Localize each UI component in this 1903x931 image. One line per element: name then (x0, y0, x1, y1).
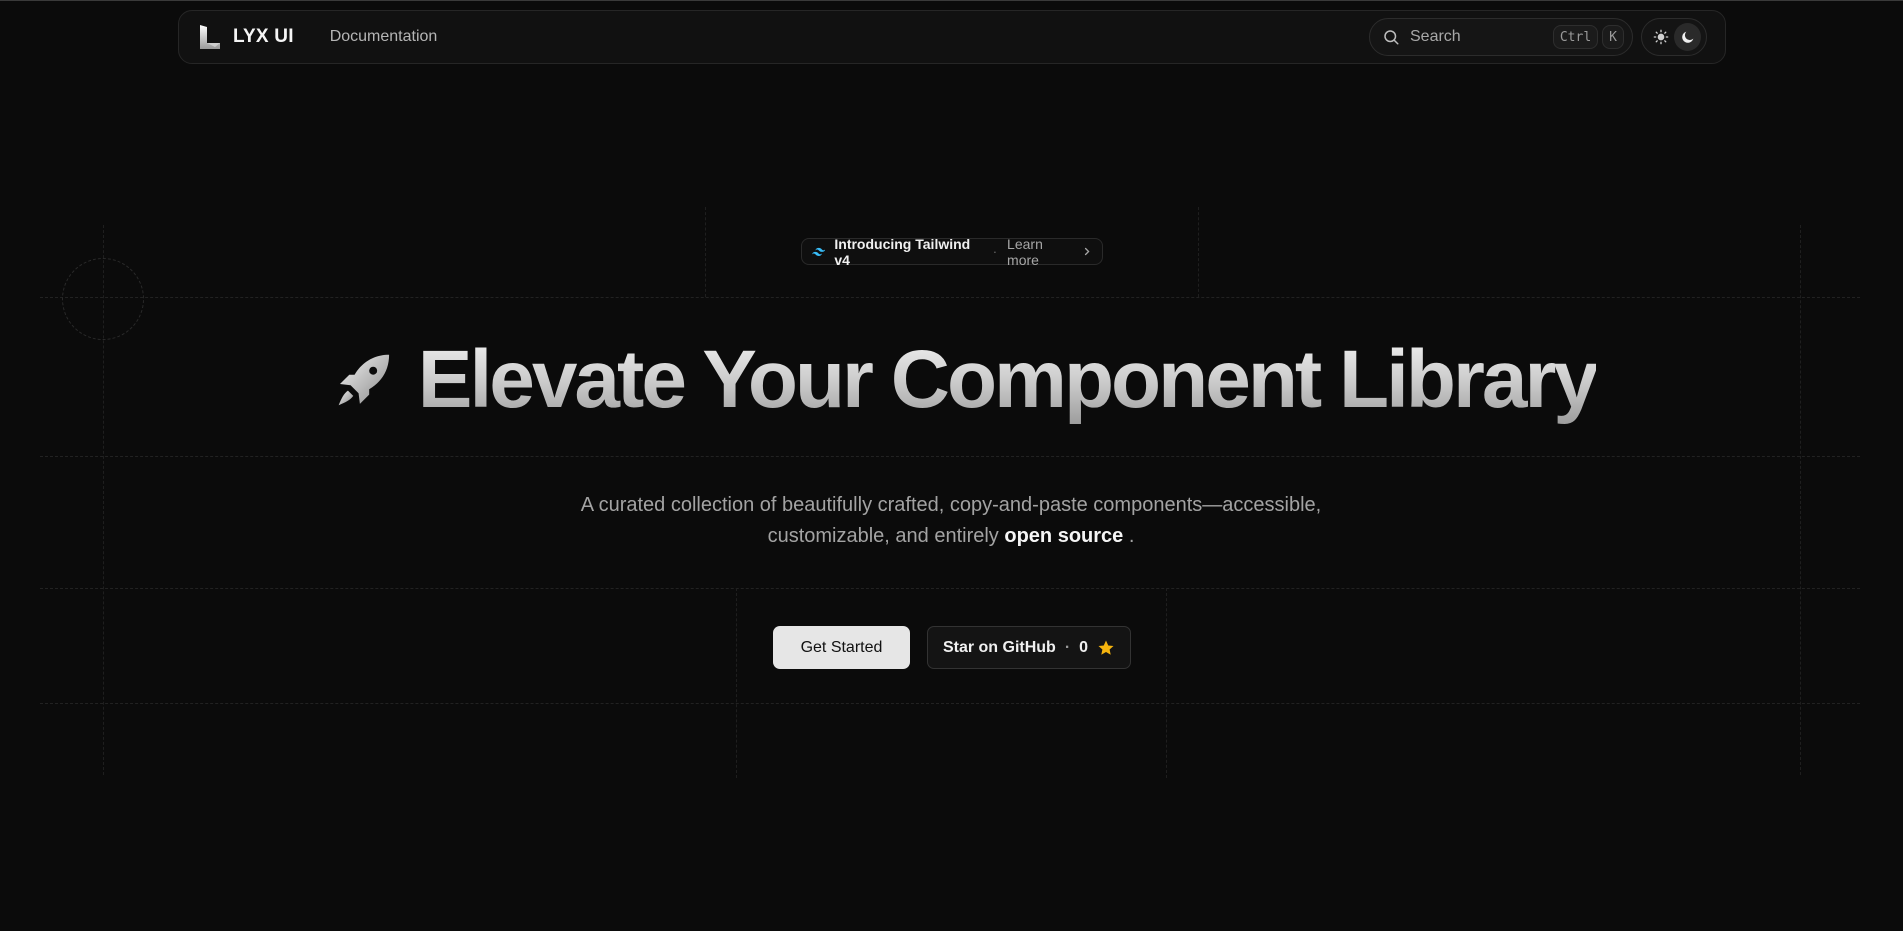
github-star-count: 0 (1079, 638, 1089, 656)
dark-theme-button[interactable] (1674, 23, 1701, 51)
rocket-icon (338, 354, 390, 406)
grid-line (1166, 588, 1167, 778)
search-placeholder: Search (1410, 28, 1461, 45)
nav-actions: Search Ctrl K (1369, 18, 1707, 56)
theme-toggle (1641, 18, 1707, 56)
learn-more-link[interactable]: Learn more (1007, 236, 1075, 268)
chevron-right-icon (1085, 247, 1090, 256)
grid-line (40, 588, 1860, 589)
grid-line (705, 207, 706, 297)
github-label: Star on GitHub (942, 638, 1056, 656)
brand-name: LYX UI (233, 26, 294, 47)
shortcut-key-ctrl: Ctrl (1552, 25, 1599, 49)
top-border (0, 0, 1903, 1)
hero-subtitle: A curated collection of beautifully craf… (560, 490, 1342, 552)
moon-icon (1681, 31, 1693, 43)
navbar: LYX UI Documentation Search Ctrl K (178, 10, 1726, 64)
light-theme-button[interactable] (1647, 23, 1674, 51)
brand-link[interactable]: LYX UI (199, 24, 294, 50)
hero-heading: Elevate Your Component Library (417, 334, 1599, 425)
announcement-pill[interactable]: Introducing Tailwind v4 · Learn more (801, 235, 1103, 268)
github-separator: · (1064, 638, 1071, 656)
grid-line (1198, 207, 1199, 297)
get-started-button[interactable]: Get Started (773, 626, 910, 669)
brand-logo-icon (200, 25, 220, 49)
grid-line (40, 456, 1860, 457)
decorative-circle (62, 258, 144, 340)
subtitle-end: . (1128, 525, 1135, 547)
star-on-github-button[interactable]: Star on GitHub · 0 (927, 626, 1131, 669)
nav-link-documentation[interactable]: Documentation (330, 28, 438, 46)
grid-line (40, 297, 1860, 298)
tailwind-icon (812, 247, 826, 256)
announcement-separator: · (992, 244, 998, 259)
shortcut-key-k: K (1602, 25, 1624, 49)
search-button[interactable]: Search Ctrl K (1369, 18, 1633, 56)
grid-line (736, 588, 737, 778)
subtitle-text: A curated collection of beautifully craf… (580, 494, 1322, 547)
star-icon (1098, 640, 1114, 655)
grid-line (40, 703, 1860, 704)
search-icon (1384, 30, 1399, 45)
open-source-highlight: open source (1004, 525, 1124, 547)
hero-title-row: Elevate Your Component Library (336, 330, 1599, 430)
announcement-text: Introducing Tailwind v4 (834, 235, 971, 268)
grid-line (1800, 225, 1801, 775)
sun-icon (1653, 29, 1668, 45)
